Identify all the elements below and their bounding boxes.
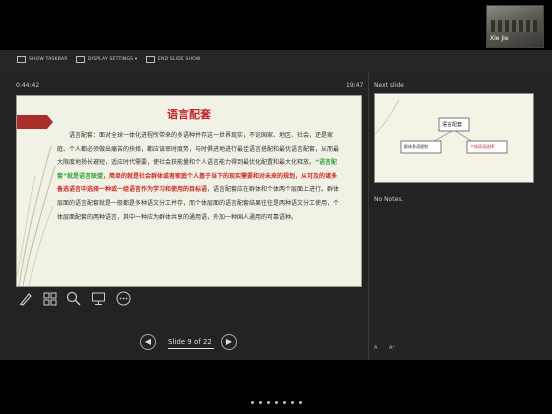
page-dot[interactable]: [299, 401, 302, 404]
decrease-font-button[interactable]: A: [374, 345, 377, 351]
meeting-bottom-bar: [0, 360, 552, 414]
page-dot[interactable]: [275, 401, 278, 404]
slide-title: 语言配套: [167, 108, 211, 121]
next-slide-diagram: [375, 99, 508, 154]
meeting-top-bar: [0, 0, 552, 50]
pane-divider[interactable]: [368, 72, 369, 360]
slide-counter-underline: [168, 348, 214, 349]
screen-icon[interactable]: [91, 291, 106, 306]
display-settings-button[interactable]: DISPLAY SETTINGS ▾: [88, 57, 137, 62]
zoom-icon[interactable]: [66, 291, 81, 306]
chevron-right-icon: ▶: [225, 337, 233, 346]
slide-decoration: [17, 145, 56, 286]
taskbar-icon: [17, 56, 26, 63]
slide-counter[interactable]: Slide 9 of 22: [168, 338, 212, 346]
end-slideshow-icon: [146, 56, 155, 63]
page-dot[interactable]: [267, 401, 270, 404]
participant-name: Xie Jie: [490, 35, 509, 42]
more-options-icon[interactable]: [116, 291, 131, 306]
speaker-notes: No Notes.: [374, 196, 404, 203]
video-people: [491, 20, 537, 32]
next-slide-button[interactable]: ▶: [221, 334, 237, 350]
increase-font-button[interactable]: A⁺: [389, 345, 395, 351]
slides-grid-icon[interactable]: [42, 291, 57, 306]
display-settings-icon: [76, 56, 85, 63]
slide-title-accent: [17, 115, 53, 129]
page-dot[interactable]: [291, 401, 294, 404]
previous-slide-button[interactable]: ◀: [140, 334, 156, 350]
chevron-left-icon: ◀: [144, 337, 152, 346]
end-slide-show-button[interactable]: END SLIDE SHOW: [158, 57, 201, 62]
page-dot[interactable]: [283, 401, 286, 404]
slide-body: 语言配套：面对全球一体化进程所带来的多语种并存这一世界现实，不论国家、地区、社会…: [57, 129, 342, 224]
show-taskbar-button[interactable]: SHOW TASKBAR: [29, 57, 68, 62]
next-slide-top-box: 语言配套: [442, 122, 463, 128]
slide-text-main: 语言配套：面对全球一体化进程所带来的多语种并存这一世界现实，不论国家、地区、社会…: [57, 132, 340, 167]
page-dot[interactable]: [251, 401, 254, 404]
next-slide-preview[interactable]: 语言配套 群体多语规划 个体双语选择: [374, 93, 534, 183]
current-slide: 语言配套 语言配套：面对全球一体化进程所带来的多语种并存这一世界现实，不论国家、…: [16, 95, 362, 287]
next-slide-right-box: 个体双语选择: [470, 144, 494, 149]
clock: 19:47: [346, 82, 364, 89]
elapsed-timer: 0:44:42: [16, 82, 40, 89]
page-dot[interactable]: [259, 401, 262, 404]
pen-icon[interactable]: [18, 291, 33, 306]
next-slide-label: Next slide: [374, 82, 404, 89]
next-slide-left-box: 群体多语规划: [404, 144, 428, 149]
